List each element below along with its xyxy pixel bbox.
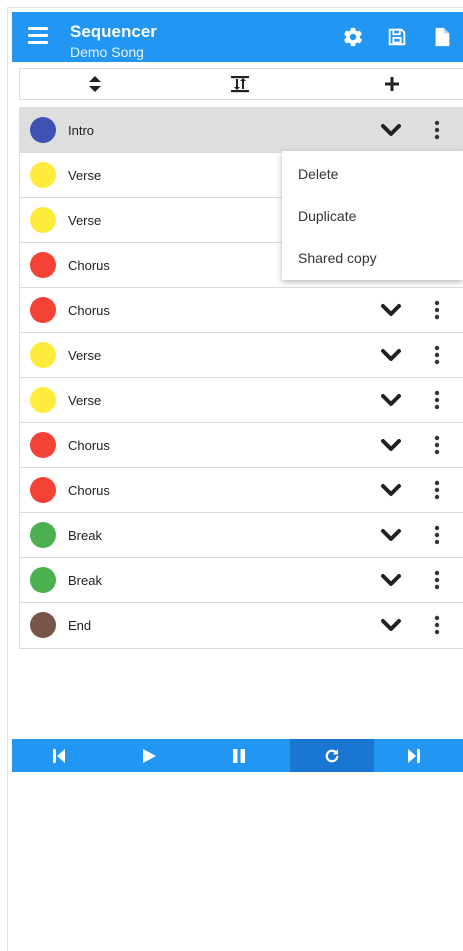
document-icon[interactable] bbox=[431, 26, 453, 48]
part-color-dot[interactable] bbox=[30, 297, 56, 323]
list-item[interactable]: Chorus bbox=[20, 288, 463, 333]
transport-bar bbox=[12, 739, 463, 772]
part-label: End bbox=[68, 618, 92, 633]
part-label: Verse bbox=[68, 348, 102, 363]
menu-item-delete[interactable]: Delete bbox=[298, 166, 338, 182]
list-item[interactable]: Verse bbox=[20, 333, 463, 378]
part-label: Intro bbox=[68, 123, 95, 138]
part-label: Chorus bbox=[68, 438, 110, 453]
chevron-down-icon[interactable] bbox=[378, 613, 404, 637]
chevron-down-icon[interactable] bbox=[378, 388, 404, 412]
chevron-down-icon[interactable] bbox=[378, 433, 404, 457]
part-color-dot[interactable] bbox=[30, 432, 56, 458]
list-item[interactable]: Break bbox=[20, 513, 463, 558]
part-label: Break bbox=[68, 528, 102, 543]
skip-previous-icon[interactable] bbox=[17, 739, 101, 772]
part-label: Chorus bbox=[68, 483, 110, 498]
part-color-dot[interactable] bbox=[30, 387, 56, 413]
chevron-down-icon[interactable] bbox=[378, 568, 404, 592]
add-icon[interactable] bbox=[362, 69, 422, 99]
chevron-down-icon[interactable] bbox=[378, 343, 404, 367]
list-item[interactable]: Verse bbox=[20, 378, 463, 423]
chevron-down-icon[interactable] bbox=[378, 118, 404, 142]
part-color-dot[interactable] bbox=[30, 162, 56, 188]
list-item[interactable]: Chorus bbox=[20, 423, 463, 468]
part-label: Verse bbox=[68, 393, 102, 408]
more-vert-icon[interactable] bbox=[428, 433, 446, 457]
part-label: Verse bbox=[68, 168, 102, 183]
more-vert-icon[interactable] bbox=[428, 298, 446, 322]
sort-icon[interactable] bbox=[65, 69, 125, 99]
part-label: Verse bbox=[68, 213, 102, 228]
part-color-dot[interactable] bbox=[30, 117, 56, 143]
part-color-dot[interactable] bbox=[30, 207, 56, 233]
part-color-dot[interactable] bbox=[30, 612, 56, 638]
pause-icon[interactable] bbox=[197, 739, 281, 772]
more-vert-icon[interactable] bbox=[428, 478, 446, 502]
part-color-dot[interactable] bbox=[30, 522, 56, 548]
part-label: Chorus bbox=[68, 258, 110, 273]
play-icon[interactable] bbox=[107, 739, 191, 772]
part-color-dot[interactable] bbox=[30, 252, 56, 278]
skip-next-icon[interactable] bbox=[372, 739, 456, 772]
part-color-dot[interactable] bbox=[30, 567, 56, 593]
more-vert-icon[interactable] bbox=[428, 343, 446, 367]
more-vert-icon[interactable] bbox=[428, 613, 446, 637]
menu-item-duplicate[interactable]: Duplicate bbox=[298, 208, 356, 224]
context-menu: Delete Duplicate Shared copy bbox=[282, 151, 463, 280]
list-item[interactable]: Intro bbox=[20, 108, 463, 153]
list-item[interactable]: Break bbox=[20, 558, 463, 603]
gear-icon[interactable] bbox=[342, 26, 364, 48]
save-icon[interactable] bbox=[386, 26, 408, 48]
chevron-down-icon[interactable] bbox=[378, 478, 404, 502]
more-vert-icon[interactable] bbox=[428, 523, 446, 547]
list-item[interactable]: Chorus bbox=[20, 468, 463, 513]
app-title: Sequencer bbox=[70, 22, 157, 41]
list-toolbar bbox=[19, 68, 463, 100]
chevron-down-icon[interactable] bbox=[378, 523, 404, 547]
menu-item-shared-copy[interactable]: Shared copy bbox=[298, 250, 377, 266]
sort-text-icon[interactable] bbox=[210, 69, 270, 99]
part-color-dot[interactable] bbox=[30, 342, 56, 368]
menu-icon[interactable] bbox=[28, 27, 48, 45]
more-vert-icon[interactable] bbox=[428, 568, 446, 592]
part-label: Break bbox=[68, 573, 102, 588]
more-vert-icon[interactable] bbox=[428, 118, 446, 142]
song-subtitle: Demo Song bbox=[70, 44, 144, 60]
part-color-dot[interactable] bbox=[30, 477, 56, 503]
chevron-down-icon[interactable] bbox=[378, 298, 404, 322]
more-vert-icon[interactable] bbox=[428, 388, 446, 412]
app-bar: Sequencer Demo Song bbox=[12, 12, 463, 62]
part-label: Chorus bbox=[68, 303, 110, 318]
repeat-icon[interactable] bbox=[290, 739, 374, 772]
list-item[interactable]: End bbox=[20, 603, 463, 648]
